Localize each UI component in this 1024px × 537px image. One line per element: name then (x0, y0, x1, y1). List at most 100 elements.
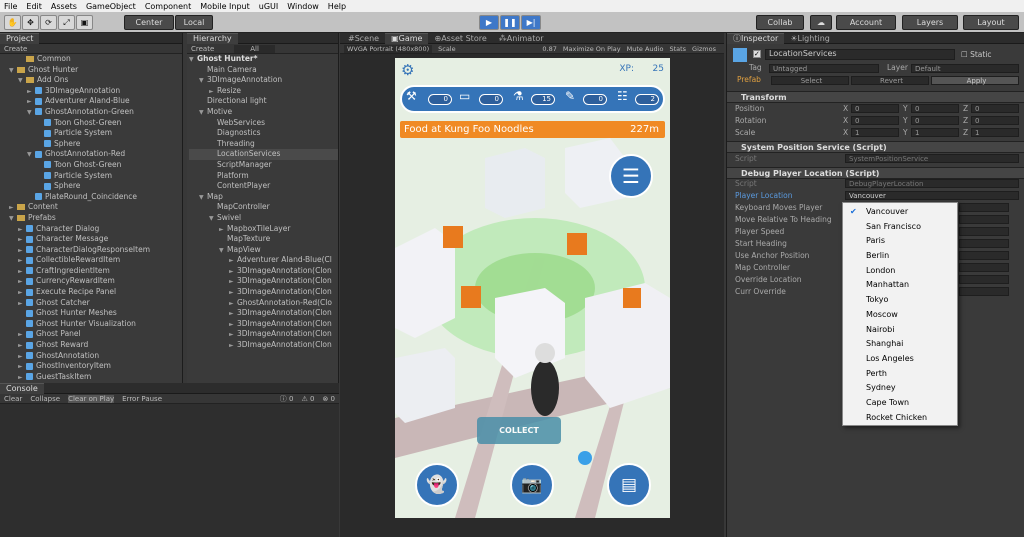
hierarchy-item[interactable]: LocationServices (189, 149, 338, 160)
project-item[interactable]: ► CurrencyRewardItem (0, 276, 182, 287)
hierarchy-item[interactable]: ► GhostAnnotation-Red(Clo (189, 298, 338, 309)
project-item[interactable]: ► CollectibleRewardItem (0, 255, 182, 266)
transform-header[interactable]: Transform (727, 91, 1024, 103)
gizmos-toggle[interactable]: Gizmos (692, 45, 716, 53)
location-option[interactable]: Berlin (843, 249, 957, 264)
project-item[interactable]: PlateRound_Coincidence (0, 192, 182, 203)
location-option[interactable]: Cape Town (843, 396, 957, 411)
location-option[interactable]: Rocket Chicken (843, 411, 957, 426)
project-item[interactable]: ► Execute Recipe Panel (0, 287, 182, 298)
script-field-2[interactable]: DebugPlayerLocation (845, 179, 1019, 188)
scene-root[interactable]: ▼ Ghost Hunter* (189, 54, 338, 65)
project-item[interactable]: ► Character Dialog (0, 224, 182, 235)
console-error-pause-toggle[interactable]: Error Pause (122, 395, 162, 403)
transform-value-field[interactable]: 1 (851, 128, 899, 137)
play-button[interactable]: ▶ (479, 15, 499, 30)
transform-value-field[interactable]: 0 (911, 116, 959, 125)
expand-arrow-icon[interactable]: ▼ (219, 246, 227, 257)
expand-arrow-icon[interactable]: ► (229, 341, 237, 352)
rect-tool-icon[interactable]: ▣ (76, 15, 93, 30)
hierarchy-item[interactable]: ► Resize (189, 86, 338, 97)
debug-property-field[interactable] (959, 287, 1009, 296)
stats-toggle[interactable]: Stats (669, 45, 686, 53)
expand-arrow-icon[interactable]: ▼ (18, 76, 26, 87)
project-item[interactable]: ▼ GhostAnnotation-Green (0, 107, 182, 118)
project-item[interactable]: ► GuestTaskItem (0, 372, 182, 383)
collab-button[interactable]: Collab (756, 15, 804, 30)
resolution-select[interactable]: WVGA Portrait (480x800) (344, 44, 433, 53)
hierarchy-item[interactable]: WebServices (189, 118, 338, 129)
hierarchy-item[interactable]: ► 3DImageAnnotation(Clon (189, 329, 338, 340)
project-item[interactable]: ► Adventurer Aland-Blue (0, 96, 182, 107)
hierarchy-item[interactable]: ScriptManager (189, 160, 338, 171)
static-checkbox[interactable]: ☐ Static (961, 50, 992, 59)
hierarchy-create-button[interactable]: Create (191, 45, 214, 53)
hierarchy-item[interactable]: ► 3DImageAnnotation(Clon (189, 308, 338, 319)
ghost-icon[interactable]: 👻 (415, 463, 459, 507)
location-option[interactable]: ✔ Vancouver (843, 205, 957, 220)
menu-item[interactable]: Mobile Input (200, 2, 250, 11)
menu-item[interactable]: Help (328, 2, 346, 11)
hierarchy-item[interactable]: ► 3DImageAnnotation(Clon (189, 287, 338, 298)
hierarchy-item[interactable]: ContentPlayer (189, 181, 338, 192)
tag-select[interactable]: Untagged (769, 64, 879, 73)
player-location-select[interactable]: Vancouver (845, 191, 1019, 200)
hierarchy-item[interactable]: Platform (189, 171, 338, 182)
debug-property-field[interactable] (959, 203, 1009, 212)
project-item[interactable]: Common (0, 54, 182, 65)
transform-value-field[interactable]: 1 (911, 128, 959, 137)
hierarchy-item[interactable]: MapController (189, 202, 338, 213)
location-option[interactable]: Tokyo (843, 293, 957, 308)
hierarchy-item[interactable]: ► 3DImageAnnotation(Clon (189, 340, 338, 351)
hierarchy-item[interactable]: ► Adventurer Aland-Blue(Cl (189, 255, 338, 266)
pause-button[interactable]: ❚❚ (500, 15, 520, 30)
location-option[interactable]: Moscow (843, 308, 957, 323)
expand-arrow-icon[interactable]: ▼ (27, 150, 35, 161)
project-item[interactable]: Toon Ghost-Green (0, 160, 182, 171)
project-item[interactable]: ▼ Ghost Hunter (0, 65, 182, 76)
project-item[interactable]: ▼ GhostAnnotation-Red (0, 149, 182, 160)
debug-property-field[interactable] (959, 251, 1009, 260)
console-clear-button[interactable]: Clear (4, 395, 22, 403)
location-option[interactable]: Nairobi (843, 323, 957, 338)
tab-lighting[interactable]: ☀ Lighting (784, 33, 836, 44)
debug-property-field[interactable] (959, 263, 1009, 272)
debug-player-location-header[interactable]: Debug Player Location (Script) (727, 167, 1024, 179)
layers-button[interactable]: Layers (902, 15, 958, 30)
project-item[interactable]: Ghost Hunter Meshes (0, 308, 182, 319)
project-item[interactable]: ► Ghost Panel (0, 329, 182, 340)
project-item[interactable]: Sphere (0, 181, 182, 192)
expand-arrow-icon[interactable]: ▼ (27, 108, 35, 119)
location-option[interactable]: Perth (843, 367, 957, 382)
maximize-on-play-toggle[interactable]: Maximize On Play (563, 45, 621, 53)
menu-item[interactable]: File (4, 2, 17, 11)
location-option[interactable]: San Francisco (843, 220, 957, 235)
project-item[interactable]: ► Character Message (0, 234, 182, 245)
menu-item[interactable]: uGUI (259, 2, 278, 11)
camera-icon[interactable]: 📷 (510, 463, 554, 507)
location-option[interactable]: Manhattan (843, 278, 957, 293)
tab-inspector[interactable]: ⓘ Inspector (727, 32, 785, 44)
active-checkbox[interactable]: ✓ (753, 50, 761, 58)
transform-value-field[interactable]: 0 (851, 104, 899, 113)
tab-animator[interactable]: ⁂ Animator (493, 33, 550, 44)
wand-icon[interactable]: ✎ (565, 89, 575, 103)
layout-button[interactable]: Layout (963, 15, 1019, 30)
menu-item[interactable]: Edit (26, 2, 42, 11)
pivot-center-button[interactable]: Center (124, 15, 174, 30)
transform-value-field[interactable]: 0 (971, 104, 1019, 113)
expand-arrow-icon[interactable]: ▼ (199, 108, 207, 119)
project-item[interactable]: Sphere (0, 139, 182, 150)
tab-project[interactable]: Project (0, 32, 40, 44)
tab-hierarchy[interactable]: Hierarchy (187, 32, 238, 44)
expand-arrow-icon[interactable]: ▼ (199, 193, 207, 204)
hierarchy-item[interactable]: ► 3DImageAnnotation(Clon (189, 266, 338, 277)
project-item[interactable]: ► 3DImageAnnotation (0, 86, 182, 97)
debug-property-field[interactable] (959, 215, 1009, 224)
prefab-apply-button[interactable]: Apply (931, 76, 1019, 85)
system-position-service-header[interactable]: System Position Service (Script) (727, 141, 1024, 153)
location-option[interactable]: Sydney (843, 381, 957, 396)
tab-console[interactable]: Console (0, 382, 44, 394)
console-clear-on-play-toggle[interactable]: Clear on Play (68, 394, 115, 403)
debug-property-field[interactable] (959, 227, 1009, 236)
